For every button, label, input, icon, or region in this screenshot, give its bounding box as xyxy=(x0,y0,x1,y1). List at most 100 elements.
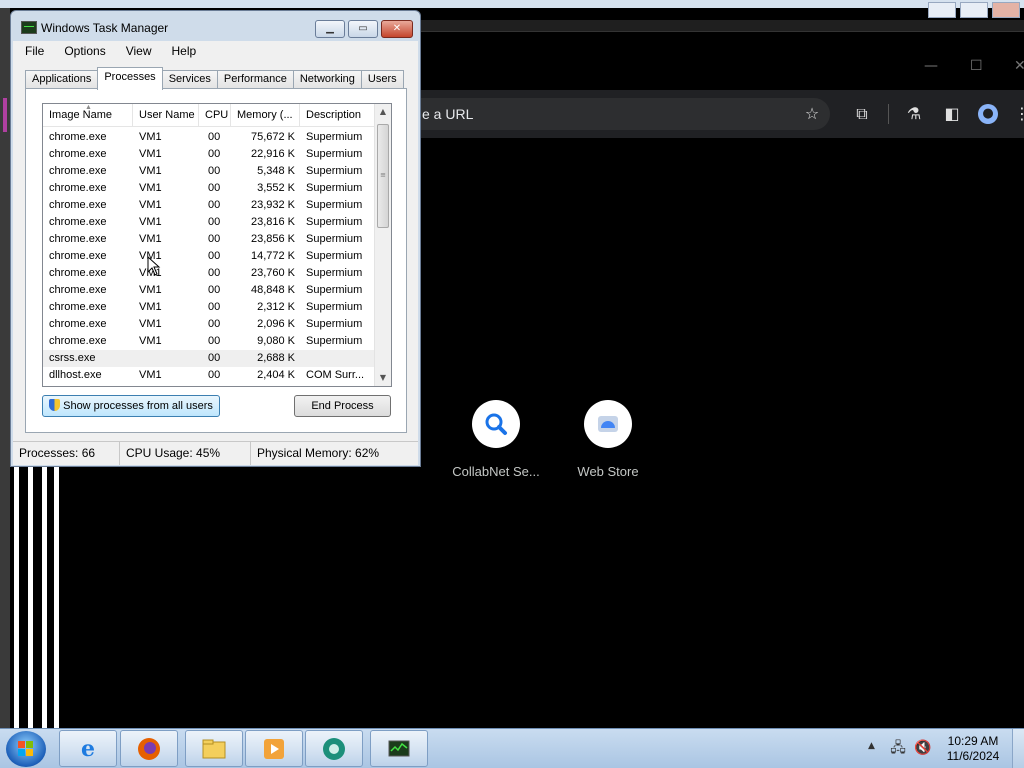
cell-user-name: VM1 xyxy=(139,233,162,245)
menu-view[interactable]: View xyxy=(114,41,160,61)
menu-options[interactable]: Options xyxy=(52,41,113,61)
table-row[interactable]: chrome.exe VM1 00 14,772 K Supermium xyxy=(43,248,374,265)
tab-users[interactable]: Users xyxy=(360,70,404,89)
cell-description: Supermium xyxy=(306,148,363,160)
cell-image-name: chrome.exe xyxy=(49,335,107,347)
show-desktop-button[interactable] xyxy=(1012,729,1024,768)
tab-applications[interactable]: Applications xyxy=(25,70,99,89)
sort-ascending-icon: ▲ xyxy=(85,104,92,111)
address-bar[interactable]: e a URL xyxy=(420,98,830,130)
menu-icon[interactable]: ⋮ xyxy=(1012,104,1024,124)
clock-date: 11/6/2024 xyxy=(946,749,1000,763)
browser-toolbar: e a URL ☆ ⧉ ⚗ ◧ ● ⋮ xyxy=(420,90,1024,138)
status-bar: Processes: 66 CPU Usage: 45% Physical Me… xyxy=(13,441,418,465)
vertical-scrollbar[interactable]: ▲ ≡ ▼ xyxy=(374,104,391,386)
menu-file[interactable]: File xyxy=(13,41,52,61)
taskbar-file-explorer[interactable] xyxy=(185,730,243,767)
cell-cpu: 00 xyxy=(208,267,221,279)
scroll-up-icon[interactable]: ▲ xyxy=(375,104,391,120)
tab-processes[interactable]: Processes xyxy=(97,67,163,90)
tab-bar: Applications Processes Services Performa… xyxy=(25,67,404,90)
table-row[interactable]: chrome.exe VM1 00 22,916 K Supermium xyxy=(43,146,374,163)
table-row[interactable]: chrome.exe VM1 00 2,096 K Supermium xyxy=(43,316,374,333)
taskbar-supermium[interactable] xyxy=(305,730,363,767)
scrollbar-thumb[interactable]: ≡ xyxy=(377,124,389,228)
table-row[interactable]: dllhost.exe VM1 00 2,404 K COM Surr... xyxy=(43,367,374,384)
background-close-button[interactable] xyxy=(992,2,1020,18)
uac-shield-icon xyxy=(49,399,61,411)
shortcut-label: Web Store xyxy=(577,464,639,479)
table-row[interactable]: chrome.exe VM1 00 2,312 K Supermium xyxy=(43,299,374,316)
cell-user-name: VM1 xyxy=(139,369,162,381)
table-row[interactable]: chrome.exe VM1 00 23,856 K Supermium xyxy=(43,231,374,248)
window-title: Windows Task Manager xyxy=(41,21,169,35)
cell-description: COM Surr... xyxy=(306,369,365,381)
show-hidden-icons-icon[interactable]: ▲ xyxy=(868,741,875,751)
tab-services[interactable]: Services xyxy=(161,70,218,89)
close-button[interactable]: ✕ xyxy=(381,20,413,38)
tab-networking[interactable]: Networking xyxy=(292,70,362,89)
table-row[interactable]: chrome.exe VM1 00 5,348 K Supermium xyxy=(43,163,374,180)
column-description[interactable]: Description xyxy=(300,104,374,127)
extensions-icon[interactable]: ⧉ xyxy=(852,104,872,124)
cell-memory: 23,760 K xyxy=(250,267,295,279)
profile-avatar-icon[interactable]: ● xyxy=(978,104,998,124)
taskbar-firefox[interactable] xyxy=(120,730,178,767)
table-row[interactable]: chrome.exe VM1 00 23,932 K Supermium xyxy=(43,197,374,214)
process-list[interactable]: ▲ Image Name User Name CPU Memory (... D… xyxy=(42,103,392,387)
column-user-name[interactable]: User Name xyxy=(133,104,199,127)
cell-description: Supermium xyxy=(306,267,363,279)
shortcut-collabnet[interactable]: CollabNet Se... xyxy=(446,400,546,479)
taskbar-internet-explorer[interactable]: e xyxy=(59,730,117,767)
network-icon[interactable]: 🖧 xyxy=(889,739,907,757)
start-button[interactable] xyxy=(6,731,46,767)
table-row[interactable]: chrome.exe VM1 00 75,672 K Supermium xyxy=(43,129,374,146)
browser-minimize-button[interactable]: — xyxy=(924,58,938,74)
taskbar-task-manager[interactable] xyxy=(370,730,428,767)
cell-image-name: chrome.exe xyxy=(49,165,107,177)
side-panel-icon[interactable]: ◧ xyxy=(942,104,962,124)
shortcut-web-store[interactable]: Web Store xyxy=(558,400,658,479)
cell-description: Supermium xyxy=(306,199,363,211)
cell-user-name: VM1 xyxy=(139,284,162,296)
cell-user-name: VM1 xyxy=(139,182,162,194)
cell-user-name: VM1 xyxy=(139,199,162,211)
background-maximize-button[interactable] xyxy=(960,2,988,18)
volume-muted-icon[interactable]: 🔇 xyxy=(914,739,932,757)
minimize-button[interactable]: ▁ xyxy=(315,20,345,38)
table-row[interactable]: csrss.exe 00 2,688 K xyxy=(43,350,374,367)
scroll-down-icon[interactable]: ▼ xyxy=(375,370,391,386)
cell-cpu: 00 xyxy=(208,369,221,381)
supermium-icon xyxy=(320,735,348,763)
maximize-button[interactable]: ▭ xyxy=(348,20,378,38)
column-cpu[interactable]: CPU xyxy=(199,104,231,127)
cell-memory: 9,080 K xyxy=(257,335,295,347)
system-clock[interactable]: 10:29 AM 11/6/2024 xyxy=(940,734,1006,764)
cell-memory: 48,848 K xyxy=(250,284,295,296)
background-minimize-button[interactable] xyxy=(928,2,956,18)
cell-cpu: 00 xyxy=(208,182,221,194)
tab-performance[interactable]: Performance xyxy=(216,70,294,89)
table-row[interactable]: chrome.exe VM1 00 48,848 K Supermium xyxy=(43,282,374,299)
browser-maximize-button[interactable]: ☐ xyxy=(970,58,983,74)
background-window-titlebar xyxy=(0,0,1024,8)
labs-flask-icon[interactable]: ⚗ xyxy=(904,104,924,124)
table-row[interactable]: chrome.exe VM1 00 9,080 K Supermium xyxy=(43,333,374,350)
windows-logo-icon xyxy=(18,741,34,757)
table-row[interactable]: chrome.exe VM1 00 23,816 K Supermium xyxy=(43,214,374,231)
title-bar[interactable]: Windows Task Manager ▁ ▭ ✕ xyxy=(11,11,420,43)
end-process-button[interactable]: End Process xyxy=(294,395,391,417)
show-all-processes-button[interactable]: Show processes from all users xyxy=(42,395,220,417)
table-row[interactable]: chrome.exe VM1 00 23,760 K Supermium xyxy=(43,265,374,282)
cell-cpu: 00 xyxy=(208,131,221,143)
column-memory[interactable]: Memory (... xyxy=(231,104,300,127)
column-image-name[interactable]: ▲ Image Name xyxy=(43,104,133,127)
cell-cpu: 00 xyxy=(208,301,221,313)
browser-close-button[interactable]: ✕ xyxy=(1014,58,1024,74)
bookmark-star-icon[interactable]: ☆ xyxy=(802,104,822,124)
table-row[interactable]: chrome.exe VM1 00 3,552 K Supermium xyxy=(43,180,374,197)
cell-image-name: chrome.exe xyxy=(49,250,107,262)
menu-help[interactable]: Help xyxy=(160,41,205,61)
cell-description: Supermium xyxy=(306,301,363,313)
taskbar-media-player[interactable] xyxy=(245,730,303,767)
